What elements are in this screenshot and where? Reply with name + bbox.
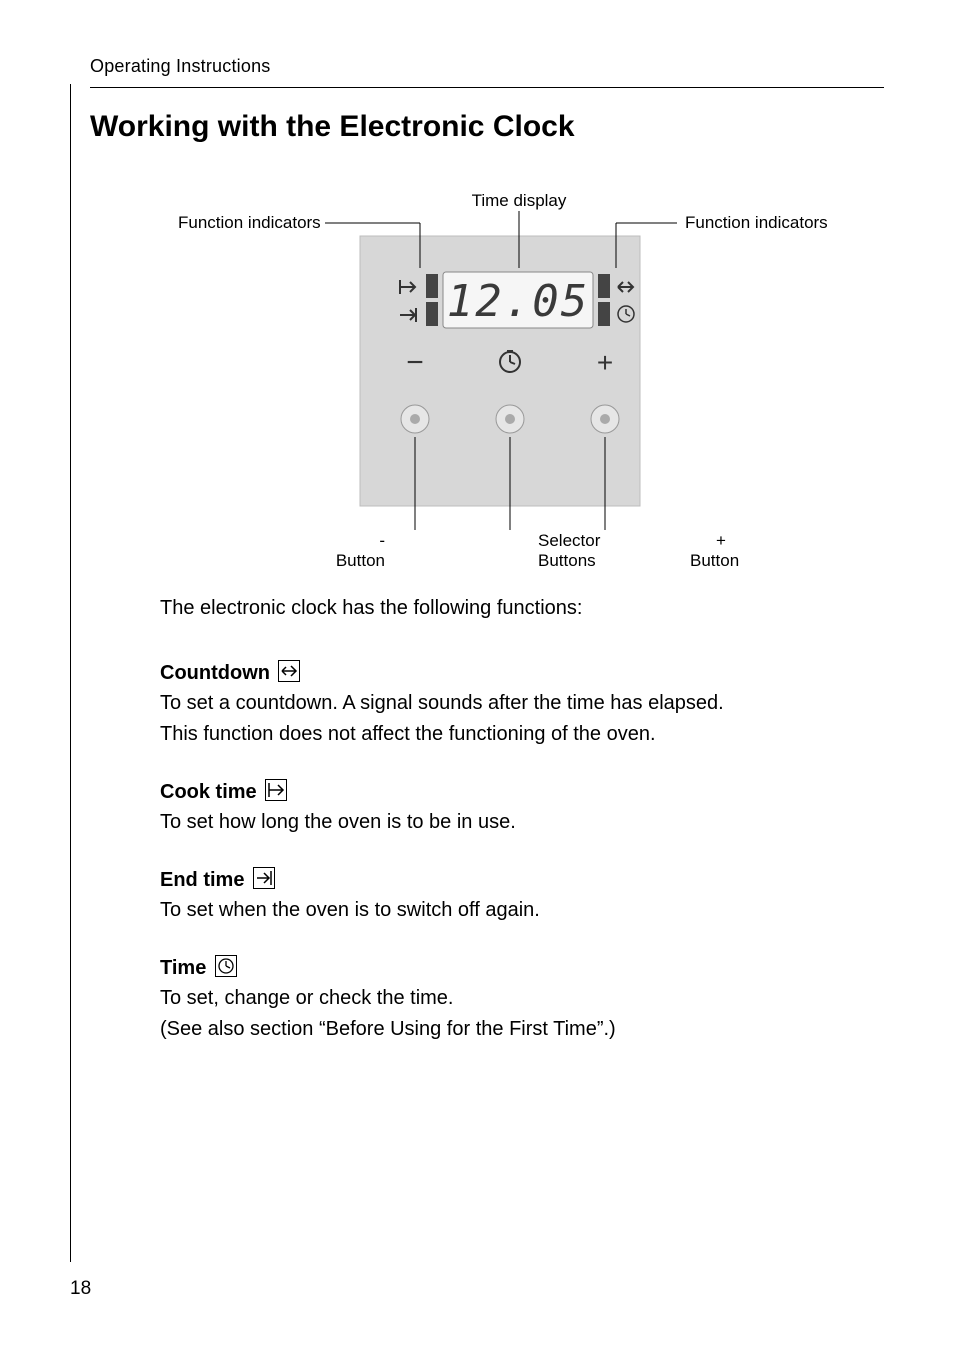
vertical-rule (70, 84, 71, 1262)
label-selector-top: Selector (538, 531, 601, 550)
countdown-title-icon (278, 660, 300, 687)
end-title-icon (253, 867, 275, 894)
countdown-section: Countdown To set a countdown. A signal s… (160, 660, 884, 749)
intro-text: The electronic clock has the following f… (160, 597, 884, 620)
minus-symbol: − (406, 346, 424, 379)
end-time-section: End time To set when the oven is to swit… (160, 867, 884, 925)
header-rule (90, 87, 884, 88)
time-readout: 12.05 (447, 276, 589, 327)
time-title-icon (215, 955, 237, 982)
cook-desc: To set how long the oven is to be in use… (160, 808, 884, 837)
countdown-desc1: To set a countdown. A signal sounds afte… (160, 689, 884, 718)
time-section: Time To set, change or check the time. (… (160, 955, 884, 1044)
countdown-desc2: This function does not affect the functi… (160, 720, 884, 749)
end-desc: To set when the oven is to switch off ag… (160, 896, 884, 925)
label-selector-bot: Buttons (538, 551, 596, 569)
time-desc1: To set, change or check the time. (160, 984, 884, 1013)
cook-title-icon (265, 779, 287, 806)
content-area: 12.05 (160, 194, 884, 1044)
cook-time-section: Cook time To set how long the oven is to… (160, 779, 884, 837)
end-title: End time (160, 869, 244, 892)
cook-title: Cook time (160, 781, 257, 804)
label-func-left: Function indicators (178, 213, 321, 232)
time-title: Time (160, 957, 206, 980)
label-plus-top: + (716, 531, 726, 550)
countdown-title: Countdown (160, 662, 270, 685)
label-minus-bot: Button (336, 551, 385, 569)
plus-symbol: + (597, 347, 613, 378)
label-time-display: Time display (472, 194, 567, 210)
label-func-right: Function indicators (685, 213, 828, 232)
page-number: 18 (70, 1278, 91, 1300)
page-title: Working with the Electronic Clock (90, 110, 884, 144)
time-desc2: (See also section “Before Using for the … (160, 1015, 884, 1044)
clock-diagram: 12.05 (160, 194, 860, 569)
label-plus-bot: Button (690, 551, 739, 569)
header-section: Operating Instructions (90, 56, 884, 77)
label-minus-top: - (379, 531, 385, 550)
